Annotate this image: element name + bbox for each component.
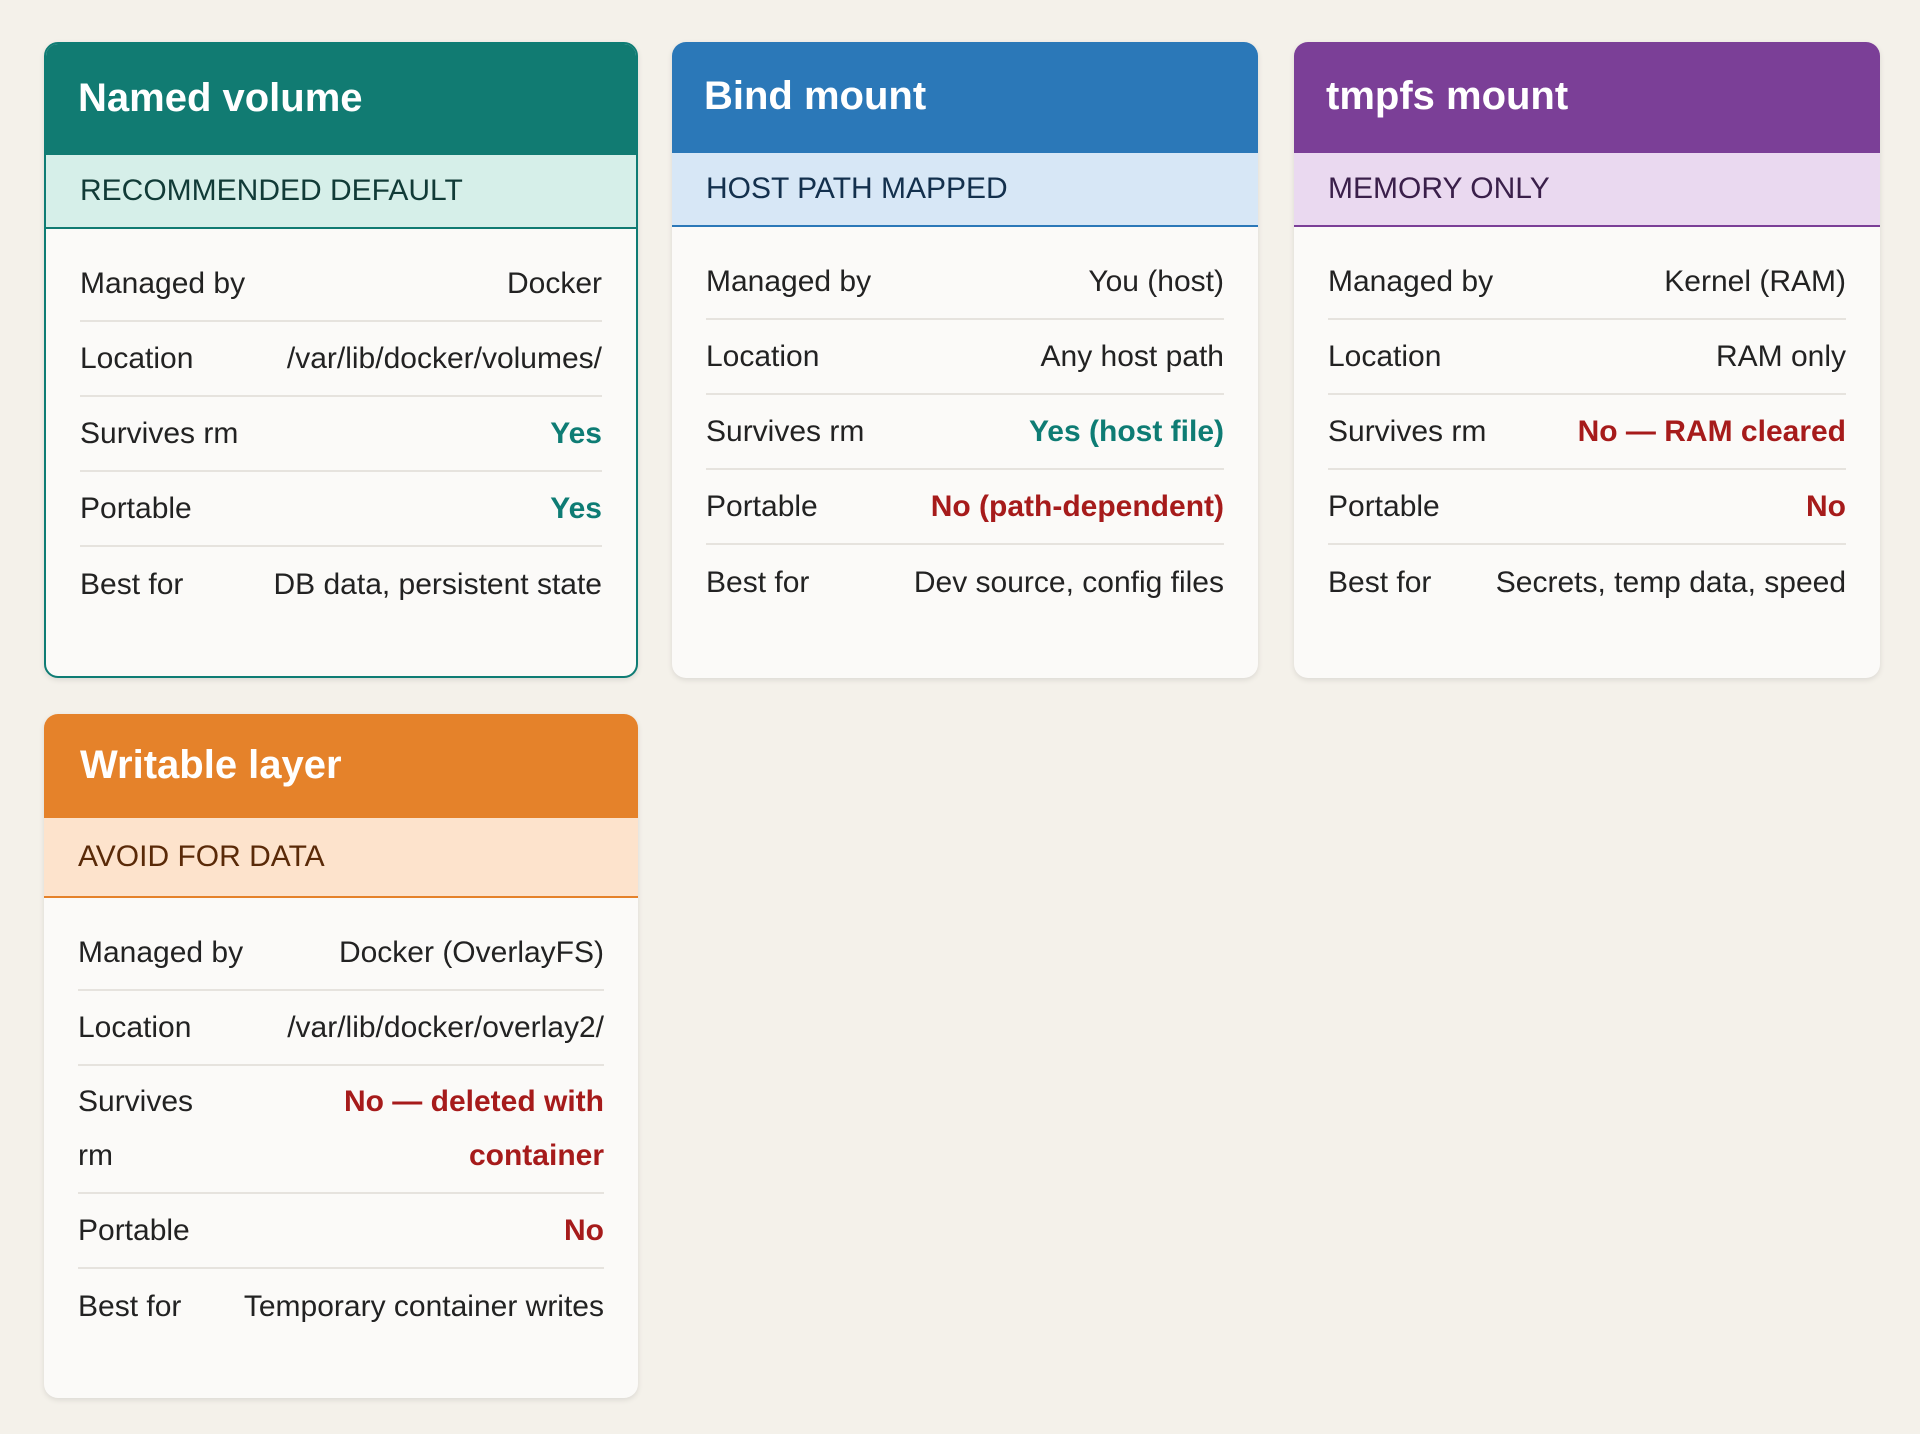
row-portable: Portable No (1328, 470, 1846, 545)
row-value: No — deleted with container (343, 1085, 604, 1172)
row-managed-by: Managed by Kernel (RAM) (1328, 245, 1846, 320)
row-managed-by: Managed by Docker (80, 247, 602, 322)
row-best-for: Best for Secrets, temp data, speed (1328, 545, 1846, 620)
row-value: No — RAM cleared (1577, 414, 1846, 448)
row-label: Managed by (1328, 264, 1494, 298)
row-value: Docker (506, 266, 602, 300)
row-label: Managed by (78, 935, 244, 969)
row-label: Location (78, 1010, 192, 1044)
row-survives-rm: Survives rm Yes (host file) (706, 395, 1224, 470)
row-label: Location (1328, 339, 1442, 373)
card-rows: Managed by You (host) Location Any host … (672, 227, 1258, 620)
card-rows: Managed by Kernel (RAM) Location RAM onl… (1294, 227, 1880, 620)
row-label: Survives rm (78, 1085, 194, 1172)
row-value: /var/lib/docker/overlay2/ (287, 1010, 604, 1044)
row-label: Managed by (80, 266, 246, 300)
row-location: Location /var/lib/docker/overlay2/ (78, 991, 604, 1066)
row-managed-by: Managed by You (host) (706, 245, 1224, 320)
row-label: Best for (1328, 565, 1432, 599)
row-label: Portable (78, 1213, 190, 1247)
row-location: Location RAM only (1328, 320, 1846, 395)
row-value: No (1806, 489, 1846, 523)
row-value: Yes (550, 416, 602, 450)
row-best-for: Best for Dev source, config files (706, 545, 1224, 620)
row-label: Survives rm (80, 416, 239, 450)
card-title: Named volume (46, 44, 636, 153)
card-title: tmpfs mount (1294, 42, 1880, 151)
card-bind-mount: Bind mount HOST PATH MAPPED Managed by Y… (672, 42, 1258, 678)
card-tag: RECOMMENDED DEFAULT (46, 153, 636, 229)
row-value: Kernel (RAM) (1664, 264, 1846, 298)
row-value: RAM only (1715, 339, 1846, 373)
card-rows: Managed by Docker (OverlayFS) Location /… (44, 898, 638, 1344)
row-best-for: Best for Temporary container writes (78, 1269, 604, 1344)
row-managed-by: Managed by Docker (OverlayFS) (78, 916, 604, 991)
row-value: /var/lib/docker/volumes/ (286, 341, 602, 375)
row-label: Portable (706, 489, 818, 523)
row-survives-rm: Survives rm Yes (80, 397, 602, 472)
card-rows: Managed by Docker Location /var/lib/dock… (46, 229, 636, 622)
row-label: Survives rm (706, 414, 865, 448)
row-survives-rm: Survives rm No — RAM cleared (1328, 395, 1846, 470)
row-portable: Portable Yes (80, 472, 602, 547)
row-location: Location Any host path (706, 320, 1224, 395)
card-tag: MEMORY ONLY (1294, 151, 1880, 227)
row-label: Managed by (706, 264, 872, 298)
row-value: Yes (host file) (1028, 414, 1224, 448)
row-value: Docker (OverlayFS) (338, 935, 604, 969)
row-location: Location /var/lib/docker/volumes/ (80, 322, 602, 397)
row-value: Any host path (1040, 339, 1224, 373)
card-title: Writable layer (44, 714, 638, 816)
row-label: Best for (706, 565, 810, 599)
row-survives-rm: Survives rm No — deleted with container (78, 1066, 604, 1194)
row-value: No (path-dependent) (930, 489, 1224, 523)
row-value: Secrets, temp data, speed (1495, 565, 1846, 599)
row-label: Survives rm (1328, 414, 1487, 448)
row-value: Dev source, config files (913, 565, 1224, 599)
row-label: Best for (78, 1289, 182, 1323)
card-named-volume: Named volume RECOMMENDED DEFAULT Managed… (44, 42, 638, 678)
row-portable: Portable No (78, 1194, 604, 1269)
row-label: Location (80, 341, 194, 375)
card-title: Bind mount (672, 42, 1258, 151)
row-label: Portable (1328, 489, 1440, 523)
row-label: Portable (80, 491, 192, 525)
row-value: Temporary container writes (243, 1289, 604, 1323)
card-writable-layer: Writable layer AVOID FOR DATA Managed by… (44, 714, 638, 1398)
card-tmpfs-mount: tmpfs mount MEMORY ONLY Managed by Kerne… (1294, 42, 1880, 678)
row-label: Best for (80, 567, 184, 601)
row-best-for: Best for DB data, persistent state (80, 547, 602, 622)
row-portable: Portable No (path-dependent) (706, 470, 1224, 545)
row-value: No (564, 1213, 604, 1247)
row-value: DB data, persistent state (273, 567, 602, 601)
card-tag: HOST PATH MAPPED (672, 151, 1258, 227)
row-value: You (host) (1088, 264, 1224, 298)
row-value: Yes (550, 491, 602, 525)
card-tag: AVOID FOR DATA (44, 816, 638, 898)
row-label: Location (706, 339, 820, 373)
